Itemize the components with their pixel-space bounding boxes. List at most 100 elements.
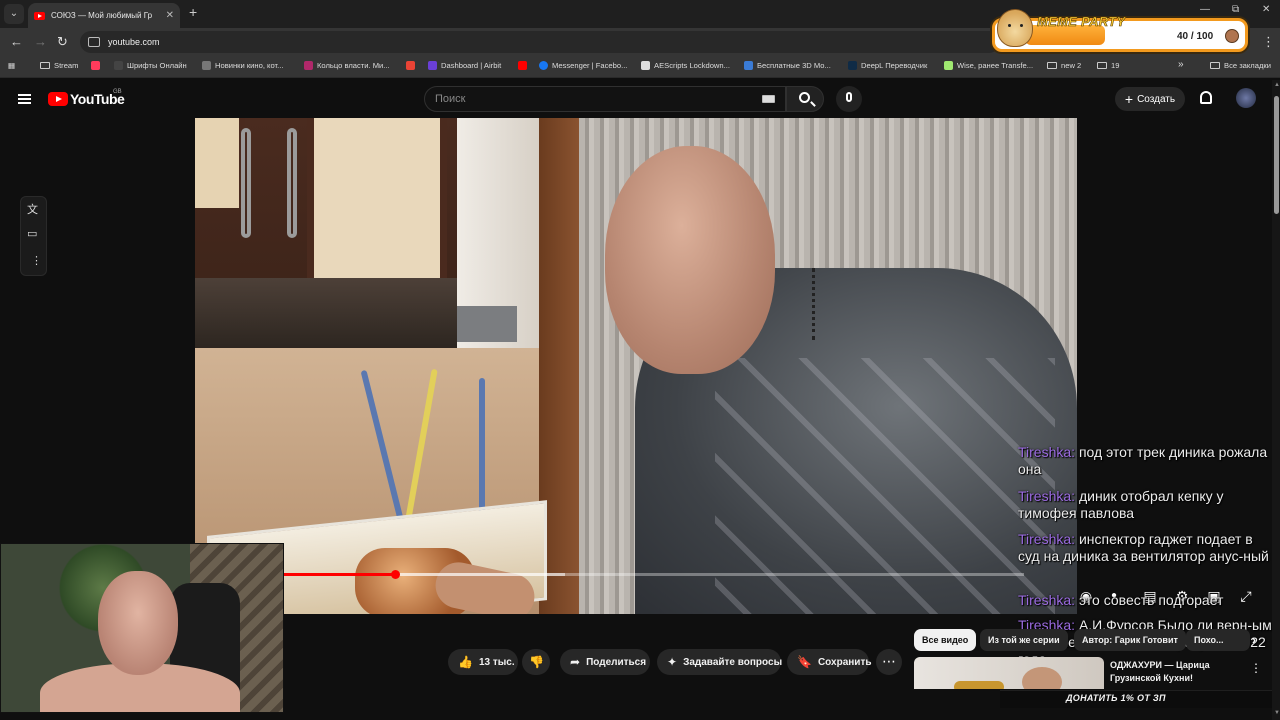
chat-username: Tireshka: (1018, 488, 1076, 504)
avatar[interactable] (1236, 88, 1256, 108)
search-button[interactable] (786, 86, 824, 112)
folder-icon (1210, 62, 1220, 69)
bookmark-movies[interactable]: Новинки кино, кот... (202, 61, 283, 70)
chat-username: Tireshka: (1018, 531, 1076, 547)
create-label: Создать (1137, 93, 1176, 105)
microphone-icon (846, 92, 852, 102)
bookmark-folder-19[interactable]: 19 (1097, 61, 1119, 70)
scrollbar-thumb[interactable] (1274, 96, 1279, 214)
chip-all-videos[interactable]: Все видео (914, 629, 977, 651)
chip-similar[interactable]: Похо... (1186, 629, 1250, 651)
voice-search-button[interactable] (836, 86, 862, 112)
bookmark-icon: 🔖 (797, 655, 812, 669)
search-input[interactable]: Поиск (424, 86, 786, 112)
youtube-logo-icon[interactable] (48, 92, 68, 106)
new-tab-button[interactable]: + (189, 4, 197, 20)
save-label: Сохранить (817, 656, 872, 668)
recommendation-title[interactable]: ОДЖАХУРИ — Царица Грузинской Кухни! (1110, 659, 1240, 685)
like-button[interactable]: 👍 13 тыс. (448, 649, 518, 675)
bookmark-label: DeepL Переводчик (861, 61, 928, 70)
bookmark-airbit[interactable]: Dashboard | Airbit (428, 61, 501, 70)
played-bar (284, 573, 395, 576)
chat-message: Tireshka: это совесть подгорает (1018, 592, 1276, 609)
minimize-button[interactable]: — (1200, 4, 1210, 15)
bookmark-fonts-online[interactable]: Шрифты Онлайн (114, 61, 187, 70)
scroll-up-icon[interactable]: ▲ (1274, 82, 1280, 88)
thumbs-down-icon: 👎 (529, 655, 544, 669)
chip-same-series[interactable]: Из той же серии (980, 629, 1068, 651)
ask-questions-button[interactable]: ✦ Задавайте вопросы (657, 649, 782, 675)
sparkle-icon: ✦ (667, 655, 678, 669)
bookmark-label: Новинки кино, кот... (215, 61, 284, 70)
share-button[interactable]: ➦ Поделиться (560, 649, 650, 675)
bookmark-label: Dashboard | Airbit (441, 61, 502, 70)
bookmark-rings[interactable]: Кольцо власти. Ми... (304, 61, 390, 70)
heater-panel (457, 306, 517, 342)
donate-text: ДОНАТИТЬ 1% ОТ ЗП (1066, 693, 1166, 703)
bookmark-3d-models[interactable]: Бесплатные 3D Мо... (744, 61, 831, 70)
youtube-header: YouTube GB Поиск + Создать (0, 80, 1272, 118)
messenger-icon (539, 61, 548, 70)
more-vertical-icon[interactable]: ⋮ (31, 254, 42, 267)
bookmark-youtube[interactable] (518, 61, 527, 70)
translate-icon[interactable]: 文 (27, 201, 38, 217)
cabinet-handle (287, 128, 297, 238)
tab-search-button[interactable]: ⌄ (4, 4, 24, 24)
keyboard-icon[interactable] (762, 95, 775, 103)
scroll-down-icon[interactable]: ▼ (1274, 710, 1280, 716)
bookmarks-overflow-button[interactable]: » (1178, 59, 1184, 70)
forward-arrow-icon[interactable]: → (34, 34, 47, 49)
save-button[interactable]: 🔖 Сохранить (787, 649, 872, 675)
coin-icon (1225, 29, 1239, 43)
thumbnail-face (1022, 667, 1062, 689)
recommendation-thumbnail[interactable] (914, 657, 1104, 689)
site-info-icon[interactable] (88, 37, 100, 47)
maximize-button[interactable]: ⧉ (1232, 4, 1239, 15)
browser-tab-active[interactable]: СОЮЗ — Мой любимый Гр ✕ (28, 3, 180, 28)
browser-menu-icon[interactable]: ⋮ (1262, 34, 1275, 50)
folder-icon (40, 62, 50, 69)
neck-chain (812, 268, 822, 340)
chat-text: это совесть подгорает (1078, 592, 1224, 608)
chat-username: Tireshka: (1018, 592, 1076, 608)
bookmark-aescripts[interactable]: AEScripts Lockdown... (641, 61, 730, 70)
bookmark-folder-new2[interactable]: new 2 (1047, 61, 1081, 70)
video-player[interactable] (195, 118, 1077, 614)
bookmark-messenger[interactable]: Messenger | Facebo... (539, 61, 627, 70)
bookmark-label: Кольцо власти. Ми... (317, 61, 390, 70)
notifications-bell-icon[interactable] (1200, 91, 1212, 104)
like-count: 13 тыс. (478, 656, 515, 668)
close-window-button[interactable]: ✕ (1262, 4, 1270, 15)
address-bar[interactable]: youtube.com (80, 31, 1000, 53)
tab-close-icon[interactable]: ✕ (166, 10, 174, 21)
bookmark-fonts[interactable] (91, 61, 100, 70)
chat-message: Tireshka: под этот трек диника рожала он… (1018, 444, 1276, 478)
menu-icon[interactable] (18, 94, 31, 104)
webcam-overlay (0, 543, 284, 713)
bookmark-deepl[interactable]: DeepL Переводчик (848, 61, 927, 70)
create-button[interactable]: + Создать (1115, 87, 1185, 111)
subtitles-icon[interactable]: ▭ (27, 227, 37, 240)
chip-author[interactable]: Автор: Гарик Готовит (1074, 629, 1186, 651)
back-arrow-icon[interactable]: ← (10, 34, 23, 49)
youtube-icon (518, 61, 527, 70)
dislike-button[interactable]: 👎 (522, 649, 550, 675)
more-actions-button[interactable]: ⋯ (876, 649, 902, 675)
bookmark-icon (114, 61, 123, 70)
recommendation-menu-icon[interactable]: ⋮ (1250, 661, 1262, 675)
scrubber-handle[interactable] (391, 570, 400, 579)
bookmark-gmail[interactable] (406, 61, 415, 70)
all-bookmarks-label: Все закладки (1224, 61, 1271, 70)
reload-icon[interactable]: ↻ (57, 34, 68, 50)
all-bookmarks-button[interactable]: Все закладки (1210, 61, 1271, 70)
plus-icon: + (1124, 91, 1134, 107)
bookmark-wise[interactable]: Wise, ранее Transfe... (944, 61, 1033, 70)
chips-next-icon[interactable]: › (1244, 629, 1264, 651)
video-progress-bar[interactable] (284, 570, 1024, 579)
apps-grid-icon[interactable]: ▦ (8, 61, 15, 70)
folder-icon (1097, 62, 1107, 69)
share-arrow-icon: ➦ (570, 655, 581, 669)
doge-icon (997, 9, 1033, 47)
bookmark-label: Messenger | Facebo... (552, 61, 628, 70)
bookmark-stream[interactable]: Stream (40, 61, 78, 70)
